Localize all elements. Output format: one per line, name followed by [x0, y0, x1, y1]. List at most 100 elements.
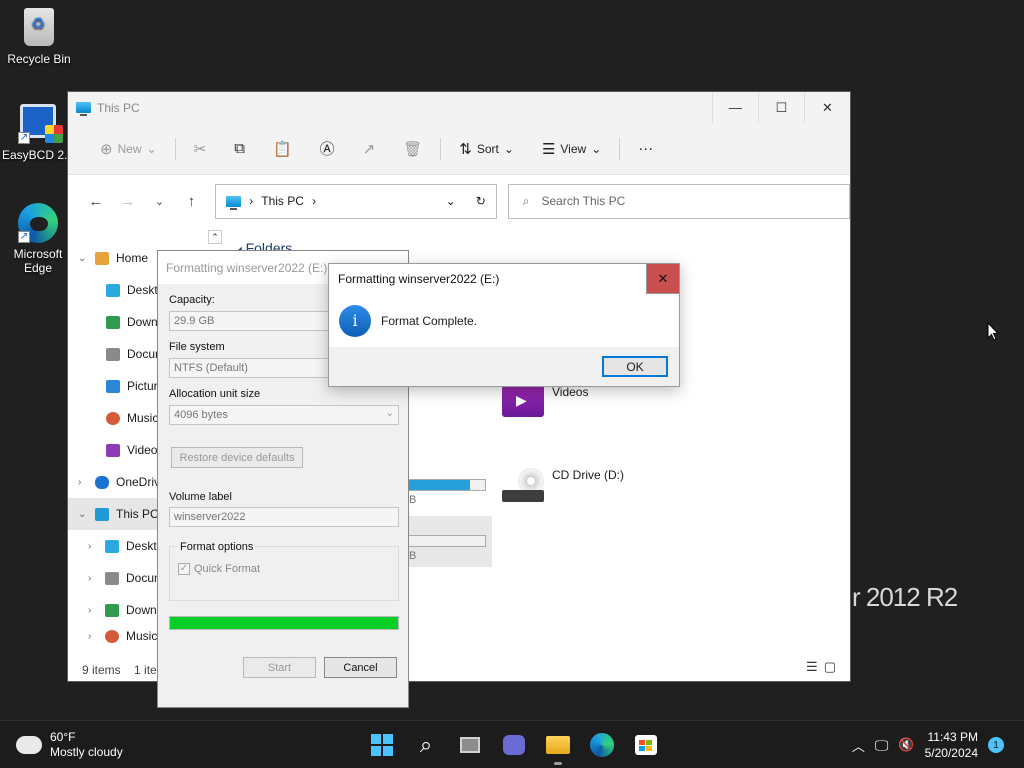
minimize-button[interactable]: —: [712, 92, 758, 123]
weather-widget[interactable]: 60°F Mostly cloudy: [12, 730, 123, 760]
delete-button[interactable]: 🗑: [389, 140, 436, 158]
clock-time: 11:43 PM: [927, 730, 978, 744]
sidebar-item-label: Music: [126, 629, 158, 643]
status-bar: 9 items 1 ite: [82, 663, 157, 677]
cut-button[interactable]: ✂: [180, 140, 221, 158]
chevron-down-icon[interactable]: ⌄: [78, 509, 88, 520]
chat-button[interactable]: [498, 729, 530, 761]
os-watermark: r 2012 R2: [852, 582, 958, 612]
checkmark-icon: ✓: [178, 563, 190, 575]
format-progress-fill: [170, 617, 398, 629]
scroll-up-arrow-icon[interactable]: ⌃: [208, 230, 222, 244]
sidebar-item-desktop[interactable]: › Deskto: [68, 530, 164, 562]
desktop-icon-easybcd[interactable]: ↗ EasyBCD 2.4: [0, 104, 76, 162]
show-hidden-icons-chevron-icon[interactable]: ︿: [852, 736, 865, 755]
see-more-button[interactable]: ···: [624, 140, 667, 157]
sidebar-item-onedrive[interactable]: › OneDriv: [68, 466, 164, 498]
start-button[interactable]: Start: [243, 657, 316, 678]
drive-e-free-space: B: [409, 550, 417, 562]
desktop-icon-recycle-bin[interactable]: Recycle Bin: [1, 8, 77, 66]
clock[interactable]: 11:43 PM 5/20/2024: [925, 729, 978, 761]
breadcrumb-this-pc[interactable]: This PC: [261, 194, 304, 208]
this-pc-icon: [76, 102, 91, 116]
sidebar-item-pictures[interactable]: Pictur: [68, 370, 164, 402]
windows-logo-icon: [371, 734, 393, 756]
maximize-button[interactable]: ☐: [758, 92, 804, 123]
volume-label-caption: Volume label: [169, 491, 232, 503]
address-bar[interactable]: › This PC › ⌄ ↻: [215, 183, 497, 219]
volume-label-input[interactable]: winserver2022: [169, 507, 399, 527]
music-icon: [105, 629, 119, 643]
sidebar-item-documents[interactable]: Docum: [68, 338, 164, 370]
explorer-titlebar[interactable]: This PC — ☐ ✕: [68, 92, 850, 123]
search-placeholder: Search This PC: [541, 194, 626, 208]
store-icon: [635, 735, 657, 755]
paste-button[interactable]: 📋: [259, 140, 306, 158]
format-options-group: Format options ✓ Quick Format: [169, 541, 399, 601]
chevron-right-icon[interactable]: ›: [78, 477, 88, 488]
quick-format-checkbox[interactable]: ✓ Quick Format: [178, 563, 260, 575]
chevron-right-icon: ›: [311, 194, 316, 208]
view-button[interactable]: ☰ View ⌄: [528, 140, 615, 158]
task-view-button[interactable]: [454, 729, 486, 761]
sort-button[interactable]: ⇅ Sort ⌄: [445, 140, 528, 158]
folder-icon: [546, 736, 570, 754]
sidebar-item-documents[interactable]: › Docum: [68, 562, 164, 594]
edge-taskbar-button[interactable]: [586, 729, 618, 761]
start-button[interactable]: [366, 729, 398, 761]
up-arrow-icon[interactable]: ↑: [175, 193, 207, 210]
selected-count: 1 ite: [134, 663, 157, 677]
sidebar-item-downloads[interactable]: › Down: [68, 594, 164, 626]
sidebar-item-home[interactable]: ⌄ Home: [68, 242, 164, 274]
drive-item-cd-d[interactable]: CD Drive (D:): [502, 468, 624, 502]
notification-badge[interactable]: 1: [988, 737, 1004, 753]
desktop-icon-edge[interactable]: ↗ Microsoft Edge: [0, 203, 76, 275]
chevron-down-icon[interactable]: ⌄: [78, 253, 88, 264]
sidebar-item-downloads[interactable]: Down: [68, 306, 164, 338]
edge-icon: [590, 733, 614, 757]
pictures-icon: [106, 379, 120, 393]
copy-button[interactable]: ⧉: [220, 140, 259, 157]
back-arrow-icon[interactable]: ←: [80, 193, 112, 210]
chevron-right-icon[interactable]: ›: [88, 573, 98, 584]
drive-c-free-space: B: [409, 494, 417, 506]
view-icon: ☰: [541, 140, 556, 158]
refresh-icon[interactable]: ↻: [476, 194, 486, 208]
new-button[interactable]: ⊕ New ⌄: [86, 140, 171, 158]
message-box-titlebar[interactable]: Formatting winserver2022 (E:): [329, 264, 679, 294]
share-button[interactable]: ↗: [349, 140, 390, 158]
allocation-unit-value: 4096 bytes: [174, 409, 228, 421]
sidebar-item-this-pc[interactable]: ⌄ This PC: [68, 498, 164, 530]
allocation-unit-select[interactable]: 4096 bytes ⌄: [169, 405, 399, 425]
desktop-icon-label: EasyBCD 2.4: [1, 148, 75, 162]
sidebar-item-music[interactable]: Music: [68, 402, 164, 434]
rename-button[interactable]: Ⓐ: [306, 138, 349, 159]
ok-button[interactable]: OK: [602, 356, 668, 377]
address-row: ← → ⌄ ↑ › This PC › ⌄ ↻ ⌕ Search This PC: [68, 175, 850, 227]
network-icon[interactable]: 🖵: [875, 737, 889, 754]
sidebar-item-music[interactable]: › Music: [68, 626, 164, 646]
file-explorer-taskbar-button[interactable]: [542, 729, 574, 765]
store-taskbar-button[interactable]: [630, 729, 662, 761]
recent-locations-chevron-icon[interactable]: ⌄: [144, 195, 176, 208]
restore-defaults-button[interactable]: Restore device defaults: [171, 447, 303, 468]
message-box-close-button[interactable]: ✕: [646, 264, 679, 294]
cancel-button[interactable]: Cancel: [324, 657, 397, 678]
tiles-view-icon[interactable]: ▢: [824, 659, 842, 674]
drive-e-usage-bar: [408, 535, 486, 547]
search-button[interactable]: ⌕: [410, 729, 442, 761]
window-title: This PC: [97, 100, 140, 115]
chevron-right-icon[interactable]: ›: [88, 605, 98, 616]
sidebar-item-desktop[interactable]: Deskto: [68, 274, 164, 306]
chevron-right-icon[interactable]: ›: [88, 541, 98, 552]
capacity-value: 29.9 GB: [174, 315, 215, 327]
chevron-down-icon[interactable]: ⌄: [446, 194, 456, 208]
forward-arrow-icon[interactable]: →: [112, 193, 144, 210]
chevron-right-icon[interactable]: ›: [88, 631, 98, 642]
folder-item-videos[interactable]: Videos: [502, 385, 588, 417]
sidebar-item-videos[interactable]: Videos: [68, 434, 164, 466]
volume-muted-icon[interactable]: 🔇: [898, 737, 914, 753]
details-view-icon[interactable]: ☰: [806, 659, 824, 674]
search-input[interactable]: ⌕ Search This PC: [507, 183, 850, 219]
close-button[interactable]: ✕: [804, 92, 850, 123]
